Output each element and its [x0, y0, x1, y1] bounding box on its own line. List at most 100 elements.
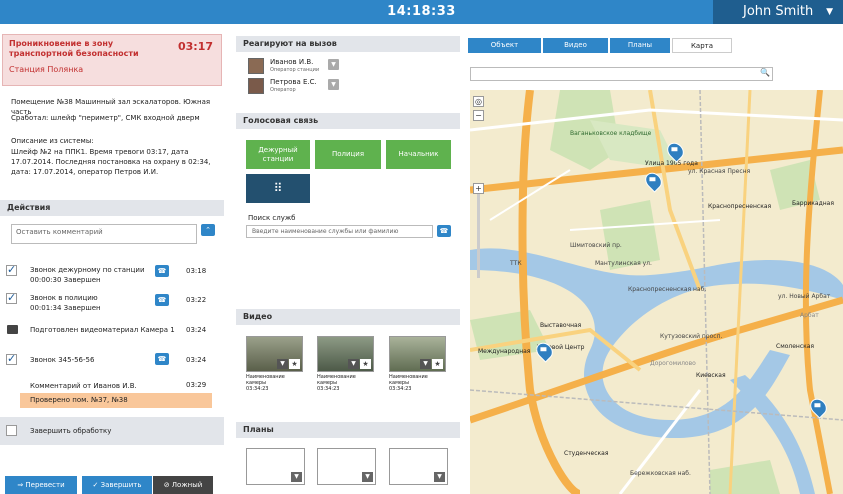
alert-station: Станция Полянка	[9, 65, 84, 74]
user-menu[interactable]: John Smith ▼	[713, 0, 843, 24]
avatar	[248, 78, 264, 94]
transfer-button[interactable]: ⇒ Перевести	[5, 476, 77, 494]
map-label: Краснопресненская	[708, 203, 772, 210]
comment-input[interactable]: Оставить комментарий	[11, 224, 197, 244]
zoom-in-button[interactable]: +	[473, 183, 484, 194]
map-label: Смоленская	[776, 343, 815, 350]
star-icon[interactable]: ★	[289, 359, 300, 369]
incident-triggered: Сработал: шлейф "периметр", СМК входной …	[11, 114, 200, 122]
incident-desc-label: Описание из системы:	[11, 137, 94, 145]
action-checkbox[interactable]	[6, 291, 17, 304]
call-duty-button[interactable]: Дежурный станции	[246, 140, 310, 169]
phone-icon[interactable]: ☎	[155, 294, 169, 306]
map-label: Киевская	[696, 372, 726, 379]
alert-title: Проникновение в зону транспортной безопа…	[9, 39, 139, 58]
false-alarm-button[interactable]: ⊘ Ложный	[153, 476, 213, 494]
tab-object[interactable]: Объект	[468, 38, 541, 53]
plan-thumbnail[interactable]: ▼	[317, 448, 376, 485]
call-chief-button[interactable]: Начальник	[386, 140, 451, 169]
phone-icon[interactable]: ☎	[155, 265, 169, 277]
finish-row[interactable]: Завершить обработку	[0, 417, 224, 445]
alert-card: Проникновение в зону транспортной безопа…	[2, 34, 222, 86]
action-time: 03:24	[186, 326, 207, 334]
zoom-out-button[interactable]: −	[473, 110, 484, 121]
action-label: Звонок дежурному по станции 00:00:30 Заве…	[30, 266, 145, 284]
incident-panel: Проникновение в зону транспортной безопа…	[0, 24, 224, 494]
map-label: ул. Новый Арбат	[778, 293, 831, 300]
action-time: 03:22	[186, 296, 207, 304]
chevron-down-icon: ▼	[826, 7, 833, 17]
responder: Иванов И.В. Оператор станции ▼	[248, 58, 448, 78]
plan-thumbnail[interactable]: ▼	[389, 448, 448, 485]
star-icon[interactable]: ★	[432, 359, 443, 369]
map-label: Ваганьковское кладбище	[570, 130, 652, 137]
avatar	[248, 58, 264, 74]
map-label: Мантулинская ул.	[595, 260, 652, 267]
finish-checkbox[interactable]	[6, 425, 17, 436]
map-label: Бережковская наб.	[630, 470, 691, 477]
responder-role: Оператор станции	[270, 67, 320, 73]
action-label: Звонок 345-56-56	[30, 356, 95, 364]
tab-plans[interactable]: Планы	[610, 38, 670, 53]
chevron-down-icon[interactable]: ▼	[420, 359, 431, 369]
responder-name: Петрова Е.С.	[270, 78, 317, 86]
zoom-slider[interactable]	[477, 190, 480, 278]
voice-header: Голосовая связь	[236, 113, 460, 129]
map-label: Баррикадная	[792, 200, 834, 207]
map-label: Международная	[478, 348, 531, 355]
phone-icon[interactable]: ☎	[437, 225, 451, 237]
chevron-down-icon[interactable]: ▼	[277, 359, 288, 369]
action-time: 03:24	[186, 356, 207, 364]
chevron-down-icon[interactable]: ▼	[291, 472, 302, 482]
map-panel: Объект Видео Планы Карта 🔍 ◎ − + Улица 1…	[468, 24, 843, 494]
map-label: ул. Красная Пресня	[688, 168, 751, 175]
expand-comment-button[interactable]: ⌃	[201, 224, 215, 236]
plans-header: Планы	[236, 422, 460, 438]
respond-header: Реагируют на вызов	[236, 36, 460, 52]
action-time: 03:18	[186, 267, 207, 275]
finish-button[interactable]: ✓ Завершить	[82, 476, 152, 494]
video-thumbnail[interactable]: ▼ ★	[246, 336, 303, 372]
chevron-down-icon[interactable]: ▼	[328, 59, 339, 70]
map-label: Улица 1905 года	[645, 160, 698, 167]
action-checkbox[interactable]	[6, 352, 17, 365]
tab-video[interactable]: Видео	[543, 38, 608, 53]
map-label: Арбат	[800, 312, 819, 319]
incident-desc: Шлейф №2 на ППК1. Время тревоги 03:17, д…	[11, 148, 211, 176]
tab-map[interactable]: Карта	[672, 38, 732, 53]
chevron-down-icon[interactable]: ▼	[328, 79, 339, 90]
action-checkbox[interactable]	[6, 263, 17, 276]
comment-note: Проверено пом. №37, №38	[20, 393, 212, 408]
locate-icon[interactable]: ◎	[473, 96, 484, 107]
chevron-down-icon[interactable]: ▼	[362, 472, 373, 482]
responder: Петрова Е.С. Оператор ▼	[248, 78, 448, 98]
service-search-input[interactable]: Введите наименование службы или фамилию	[246, 225, 433, 238]
camera-icon	[7, 325, 18, 334]
map-label: Выставочная	[540, 322, 582, 329]
map-label: Кутузовский просп.	[660, 333, 723, 340]
search-icon[interactable]: 🔍	[760, 68, 770, 77]
video-thumbnail[interactable]: ▼ ★	[389, 336, 446, 372]
map-label: Краснопресненская наб.	[628, 286, 707, 293]
video-thumbnail[interactable]: ▼ ★	[317, 336, 374, 372]
map-label: Студенческая	[564, 450, 609, 457]
keypad-icon[interactable]: ⠿	[246, 174, 310, 203]
chevron-down-icon[interactable]: ▼	[348, 359, 359, 369]
responder-role: Оператор	[270, 87, 296, 93]
plan-thumbnail[interactable]: ▼	[246, 448, 305, 485]
map-label: Дорогомилово	[650, 360, 696, 367]
responder-name: Иванов И.В.	[270, 58, 314, 66]
action-label: Звонок в полицию 00:01:34 Завершен	[30, 294, 101, 312]
video-caption: Наименование камеры 03:34:23	[317, 374, 356, 392]
actions-header: Действия	[0, 200, 224, 216]
search-label: Поиск служб	[248, 214, 296, 222]
star-icon[interactable]: ★	[360, 359, 371, 369]
action-label: Подготовлен видеоматериал Камера 1	[30, 326, 175, 334]
chevron-down-icon[interactable]: ▼	[434, 472, 445, 482]
user-name: John Smith	[743, 4, 814, 19]
call-police-button[interactable]: Полиция	[315, 140, 381, 169]
comment-author: Комментарий от Иванов И.В.	[30, 382, 137, 390]
phone-icon[interactable]: ☎	[155, 353, 169, 365]
map[interactable]: ◎ − + Улица 1905 года ул. Красная Пресня…	[470, 90, 843, 494]
map-search-input[interactable]: 🔍	[470, 67, 773, 81]
